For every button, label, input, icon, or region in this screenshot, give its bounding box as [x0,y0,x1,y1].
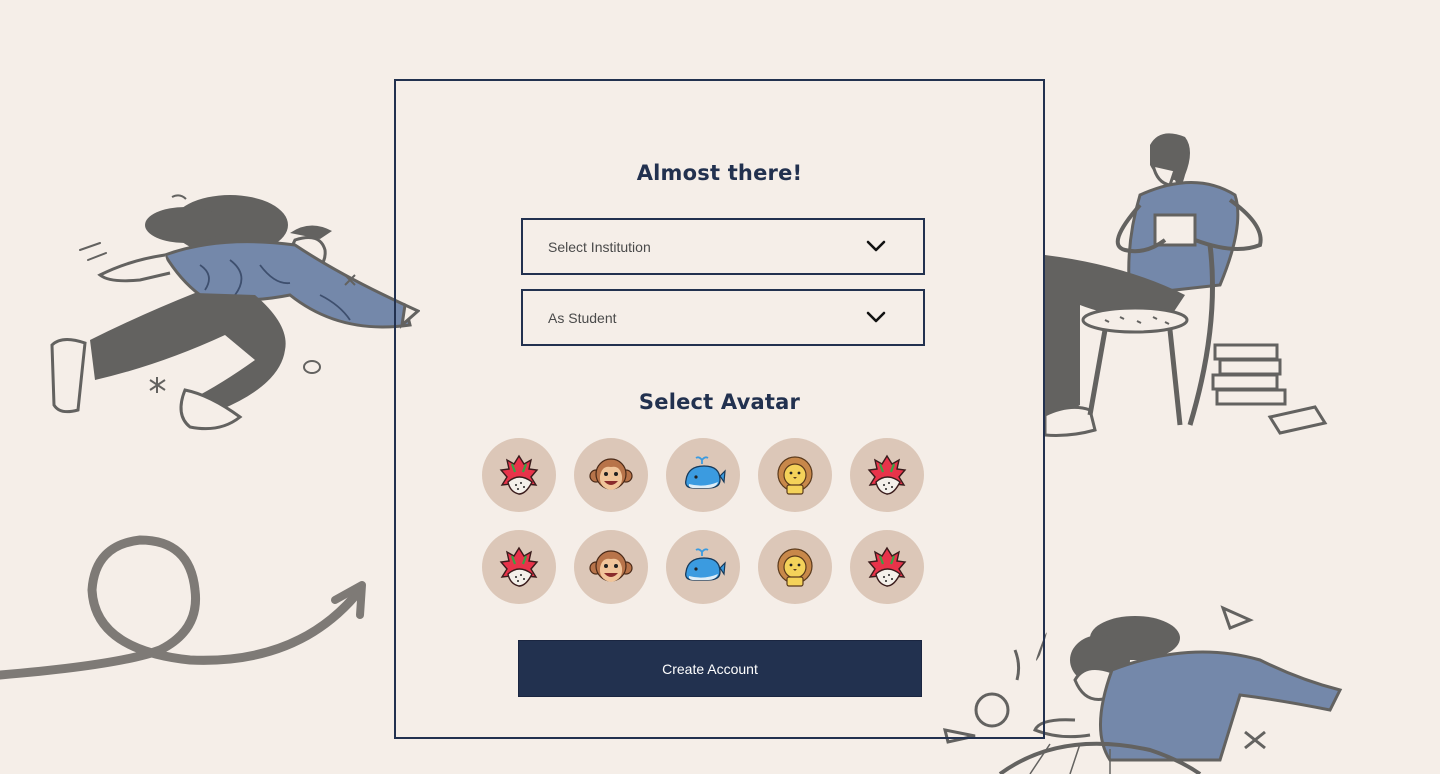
avatar-option[interactable] [574,530,648,604]
loop-arrow-illustration [0,535,366,680]
reading-person-illustration [1045,133,1328,437]
running-person-illustration [50,194,420,431]
avatar-option[interactable] [758,438,832,512]
create-account-button[interactable]: Create Account [518,640,922,697]
lion-icon [777,456,813,495]
dragon-fruit-icon [499,454,539,496]
whale-icon [685,456,726,489]
institution-select[interactable]: Select Institution [521,218,925,275]
signup-card: Almost there! Select Institution As Stud… [394,79,1045,739]
avatar-option[interactable] [850,438,924,512]
whale-icon [685,548,726,581]
lion-icon [777,548,813,587]
avatar-option[interactable] [666,530,740,604]
monkey-icon [589,458,633,490]
chevron-down-icon [866,311,886,323]
monkey-icon [589,550,633,582]
avatar-heading: Select Avatar [638,390,801,414]
avatar-option[interactable] [482,530,556,604]
avatar-option[interactable] [758,530,832,604]
institution-select-value: Select Institution [548,238,651,255]
role-select[interactable]: As Student [521,289,925,346]
dragon-fruit-icon [867,454,907,496]
avatar-option[interactable] [666,438,740,512]
dragon-fruit-icon [499,546,539,588]
avatar-grid [482,438,926,604]
avatar-option[interactable] [482,438,556,512]
role-select-value: As Student [548,309,617,326]
chevron-down-icon [866,240,886,252]
avatar-option[interactable] [574,438,648,512]
dragon-fruit-icon [867,546,907,588]
page-title: Almost there! [636,161,803,185]
avatar-option[interactable] [850,530,924,604]
